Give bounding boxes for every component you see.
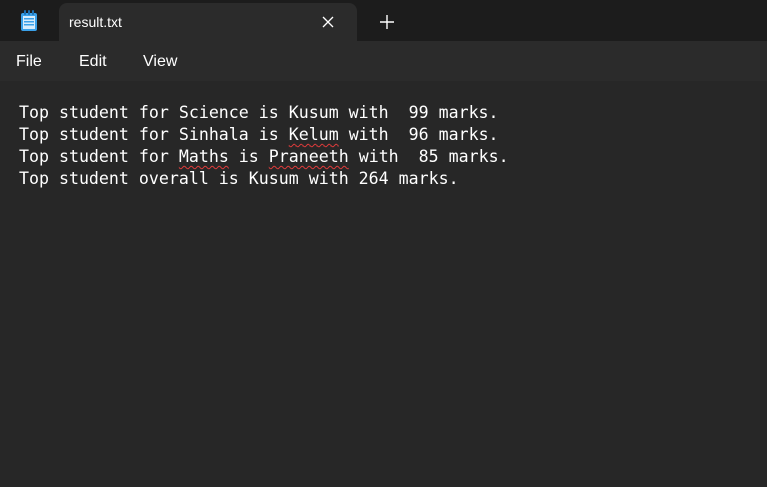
tab-result-txt[interactable]: result.txt (59, 3, 357, 41)
text-line: Top student for Sinhala is Kelum with 96… (19, 124, 509, 146)
text-line: Top student for Science is Kusum with 99… (19, 102, 509, 124)
plus-icon[interactable] (374, 9, 400, 35)
text-segment: with 85 marks. (348, 147, 509, 166)
text-line: Top student overall is Kusum with 264 ma… (19, 168, 509, 190)
text-segment: Top student for (19, 147, 179, 166)
misspelled-word: Maths (178, 147, 229, 166)
notepad-icon (19, 10, 39, 32)
text-segment: Top student overall is Kusum with 264 ma… (19, 169, 459, 188)
title-bar: result.txt (0, 0, 767, 41)
menu-edit[interactable]: Edit (79, 53, 107, 71)
tab-title: result.txt (69, 14, 122, 30)
text-segment: is (228, 147, 269, 166)
close-icon[interactable] (317, 11, 339, 33)
menu-file[interactable]: File (16, 53, 42, 71)
text-segment: Top student for Sinhala is (19, 125, 289, 144)
text-segment: Top student for Science is Kusum with 99… (19, 103, 499, 122)
editor-content[interactable]: Top student for Science is Kusum with 99… (19, 102, 509, 190)
misspelled-word: Kelum (288, 125, 339, 144)
menu-bar: File Edit View (0, 41, 767, 81)
menu-view[interactable]: View (143, 53, 177, 71)
notepad-window: result.txt File Edit View Top student fo… (0, 0, 767, 487)
misspelled-word: Praneeth (268, 147, 349, 166)
text-segment: with 96 marks. (338, 125, 499, 144)
text-line: Top student for Maths is Praneeth with 8… (19, 146, 509, 168)
text-editor[interactable]: Top student for Science is Kusum with 99… (0, 81, 767, 487)
